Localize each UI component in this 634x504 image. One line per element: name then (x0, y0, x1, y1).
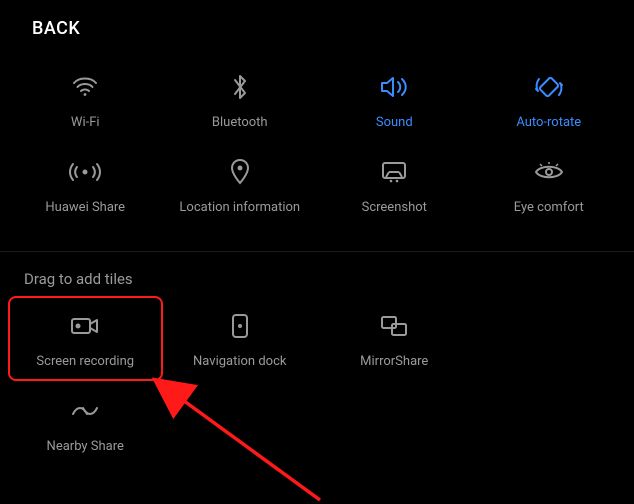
tile-label: Screen recording (36, 354, 134, 369)
eyecomfort-icon (534, 154, 564, 190)
tile-location[interactable]: Location information (163, 142, 318, 227)
tile-label: Huawei Share (45, 200, 125, 215)
tile-label: Sound (376, 115, 413, 130)
tile-huaweishare[interactable]: Huawei Share (8, 142, 163, 227)
tile-label: Auto-rotate (516, 115, 581, 130)
tile-label: Wi-Fi (71, 115, 100, 130)
wifi-icon (72, 69, 98, 105)
tile-screenshot[interactable]: Screenshot (317, 142, 472, 227)
tile-screenrecording[interactable]: Screen recording (8, 296, 163, 381)
mirrorshare-icon (380, 308, 408, 344)
tile-eyecomfort[interactable]: Eye comfort (472, 142, 627, 227)
tile-label: Bluetooth (212, 115, 268, 130)
location-icon (230, 154, 250, 190)
inactive-tiles-grid: Screen recording Navigation dock MirrorS… (0, 290, 634, 490)
tile-wifi[interactable]: Wi-Fi (8, 57, 163, 142)
tile-label: MirrorShare (360, 354, 428, 369)
drag-section-header: Drag to add tiles (0, 252, 634, 290)
autorotate-icon (534, 69, 564, 105)
tile-autorotate[interactable]: Auto-rotate (472, 57, 627, 142)
active-tiles-grid: Wi-Fi Bluetooth Sound Auto-rotate Huawei… (0, 39, 634, 251)
tile-navigationdock[interactable]: Navigation dock (163, 296, 318, 381)
nearbyshare-icon (70, 393, 100, 429)
tile-label: Navigation dock (193, 354, 286, 369)
navigationdock-icon (231, 308, 249, 344)
back-button[interactable]: BACK (0, 0, 634, 39)
tile-label: Location information (179, 200, 300, 215)
tile-mirrorshare[interactable]: MirrorShare (317, 296, 472, 381)
tile-label: Eye comfort (514, 200, 584, 215)
screenrecording-icon (70, 308, 100, 344)
tile-sound[interactable]: Sound (317, 57, 472, 142)
tile-nearbyshare[interactable]: Nearby Share (8, 381, 163, 466)
tile-label: Nearby Share (47, 439, 124, 454)
tile-bluetooth[interactable]: Bluetooth (163, 57, 318, 142)
huaweishare-icon (69, 154, 101, 190)
screenshot-icon (380, 154, 408, 190)
sound-icon (379, 69, 409, 105)
tile-label: Screenshot (362, 200, 427, 215)
bluetooth-icon (231, 69, 249, 105)
